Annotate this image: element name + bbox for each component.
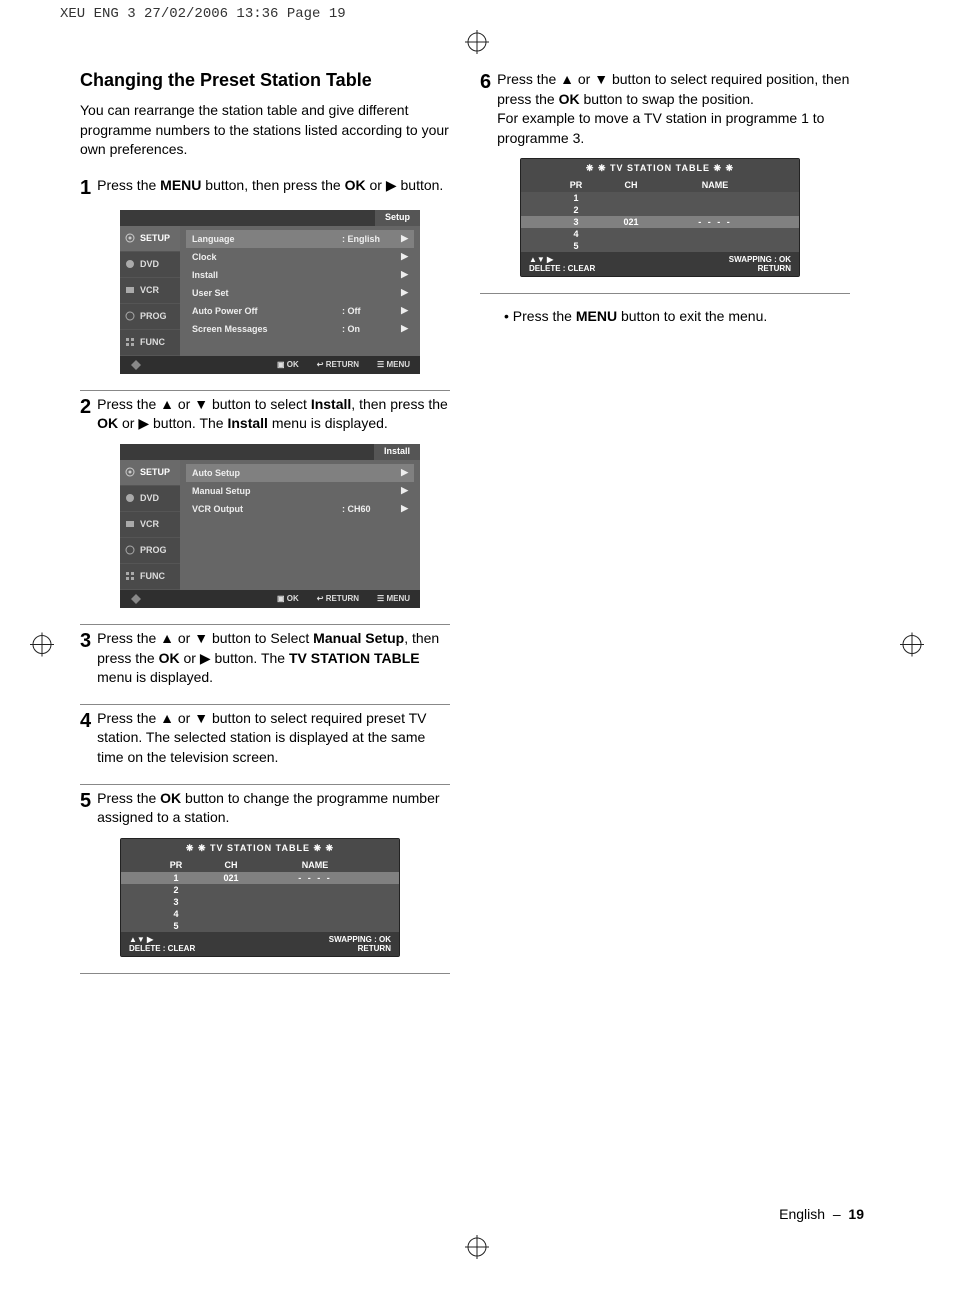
section-intro: You can rearrange the station table and … [80, 101, 450, 160]
left-column: Changing the Preset Station Table You ca… [80, 70, 450, 978]
tst-row: 3 [121, 896, 399, 908]
osd-sidebar: SETUP DVD VCR PROG FUNC [120, 226, 180, 356]
crop-mark-left [30, 633, 54, 660]
step-1-text: Press the MENU button, then press the OK… [97, 176, 443, 196]
osd-tab-dvd: DVD [120, 252, 180, 278]
osd-setup-footer: ▣ OK ↩ RETURN ☰ MENU [120, 356, 420, 374]
osd-setup-main: Language: English▶ Clock▶ Install▶ User … [180, 226, 420, 356]
tv-station-table-1: ❋ ❋ TV STATION TABLE ❋ ❋ PR CH NAME 1021… [120, 838, 400, 957]
osd-setup-title: Setup [375, 210, 420, 226]
exit-menu-bullet: • Press the MENU button to exit the menu… [504, 308, 850, 324]
divider [80, 973, 450, 974]
osd-row-autosetup: Auto Setup▶ [186, 464, 414, 482]
tst-row: 2 [521, 204, 799, 216]
tst-row: 5 [521, 240, 799, 252]
step-2-number: 2 [80, 395, 91, 419]
step-5-text: Press the OK button to change the progra… [97, 789, 450, 828]
right-column: 6 Press the ▲ or ▼ button to select requ… [480, 70, 850, 978]
osd-install-title: Install [374, 444, 420, 460]
step-5-number: 5 [80, 789, 91, 813]
osd-tab-prog: PROG [120, 538, 180, 564]
tst-row: 1 [521, 192, 799, 204]
step-1-number: 1 [80, 176, 91, 200]
step-2-text: Press the ▲ or ▼ button to select Instal… [97, 395, 450, 434]
osd-row-language: Language: English▶ [186, 230, 414, 248]
tst-column-headers: PR CH NAME [121, 858, 399, 872]
osd-install: Install SETUP DVD VCR PROG FUNC Auto Set… [120, 444, 420, 608]
divider [80, 784, 450, 785]
crop-mark-right [900, 633, 924, 660]
section-title: Changing the Preset Station Table [80, 70, 450, 91]
tst-title: ❋ ❋ TV STATION TABLE ❋ ❋ [521, 159, 799, 178]
osd-row-clock: Clock▶ [186, 248, 414, 266]
tv-station-table-2: ❋ ❋ TV STATION TABLE ❋ ❋ PR CH NAME 1 2 … [520, 158, 800, 277]
nav-icon [130, 359, 142, 371]
tst-row: 5 [121, 920, 399, 932]
divider [480, 293, 850, 294]
tst-footer: ▲▼ ▶DELETE : CLEAR SWAPPING : OKRETURN [521, 252, 799, 276]
osd-tab-setup: SETUP [120, 226, 180, 252]
step-3-text: Press the ▲ or ▼ button to Select Manual… [97, 629, 450, 688]
osd-setup: Setup SETUP DVD VCR PROG FUNC Language: … [120, 210, 420, 374]
tst-row: 4 [521, 228, 799, 240]
step-6-number: 6 [480, 70, 491, 94]
crop-mark-bottom [465, 1235, 489, 1262]
osd-tab-prog: PROG [120, 304, 180, 330]
divider [80, 624, 450, 625]
step-4-number: 4 [80, 709, 91, 733]
tst-footer: ▲▼ ▶DELETE : CLEAR SWAPPING : OKRETURN [121, 932, 399, 956]
tst-title: ❋ ❋ TV STATION TABLE ❋ ❋ [121, 839, 399, 858]
step-6-text: Press the ▲ or ▼ button to select requir… [497, 70, 850, 148]
tst-column-headers: PR CH NAME [521, 178, 799, 192]
osd-tab-vcr: VCR [120, 512, 180, 538]
osd-tab-func: FUNC [120, 330, 180, 356]
osd-tab-dvd: DVD [120, 486, 180, 512]
osd-tab-func: FUNC [120, 564, 180, 590]
tst-row: 4 [121, 908, 399, 920]
osd-row-install: Install▶ [186, 266, 414, 284]
osd-tab-setup: SETUP [120, 460, 180, 486]
divider [80, 704, 450, 705]
osd-row-manualsetup: Manual Setup▶ [186, 482, 414, 500]
divider [80, 390, 450, 391]
crop-mark-top [465, 30, 489, 57]
page-footer: English – 19 [779, 1206, 864, 1222]
osd-row-vcroutput: VCR Output: CH60▶ [186, 500, 414, 518]
tst-row: 3021- - - - [521, 216, 799, 228]
osd-row-userset: User Set▶ [186, 284, 414, 302]
print-header: XEU ENG 3 27/02/2006 13:36 Page 19 [60, 6, 346, 22]
step-4-text: Press the ▲ or ▼ button to select requir… [97, 709, 450, 768]
osd-install-footer: ▣ OK ↩ RETURN ☰ MENU [120, 590, 420, 608]
osd-tab-vcr: VCR [120, 278, 180, 304]
tst-row: 2 [121, 884, 399, 896]
osd-row-autopoweroff: Auto Power Off: Off▶ [186, 302, 414, 320]
step-3-number: 3 [80, 629, 91, 653]
tst-row: 1021- - - - [121, 872, 399, 884]
osd-row-screenmessages: Screen Messages: On▶ [186, 320, 414, 338]
